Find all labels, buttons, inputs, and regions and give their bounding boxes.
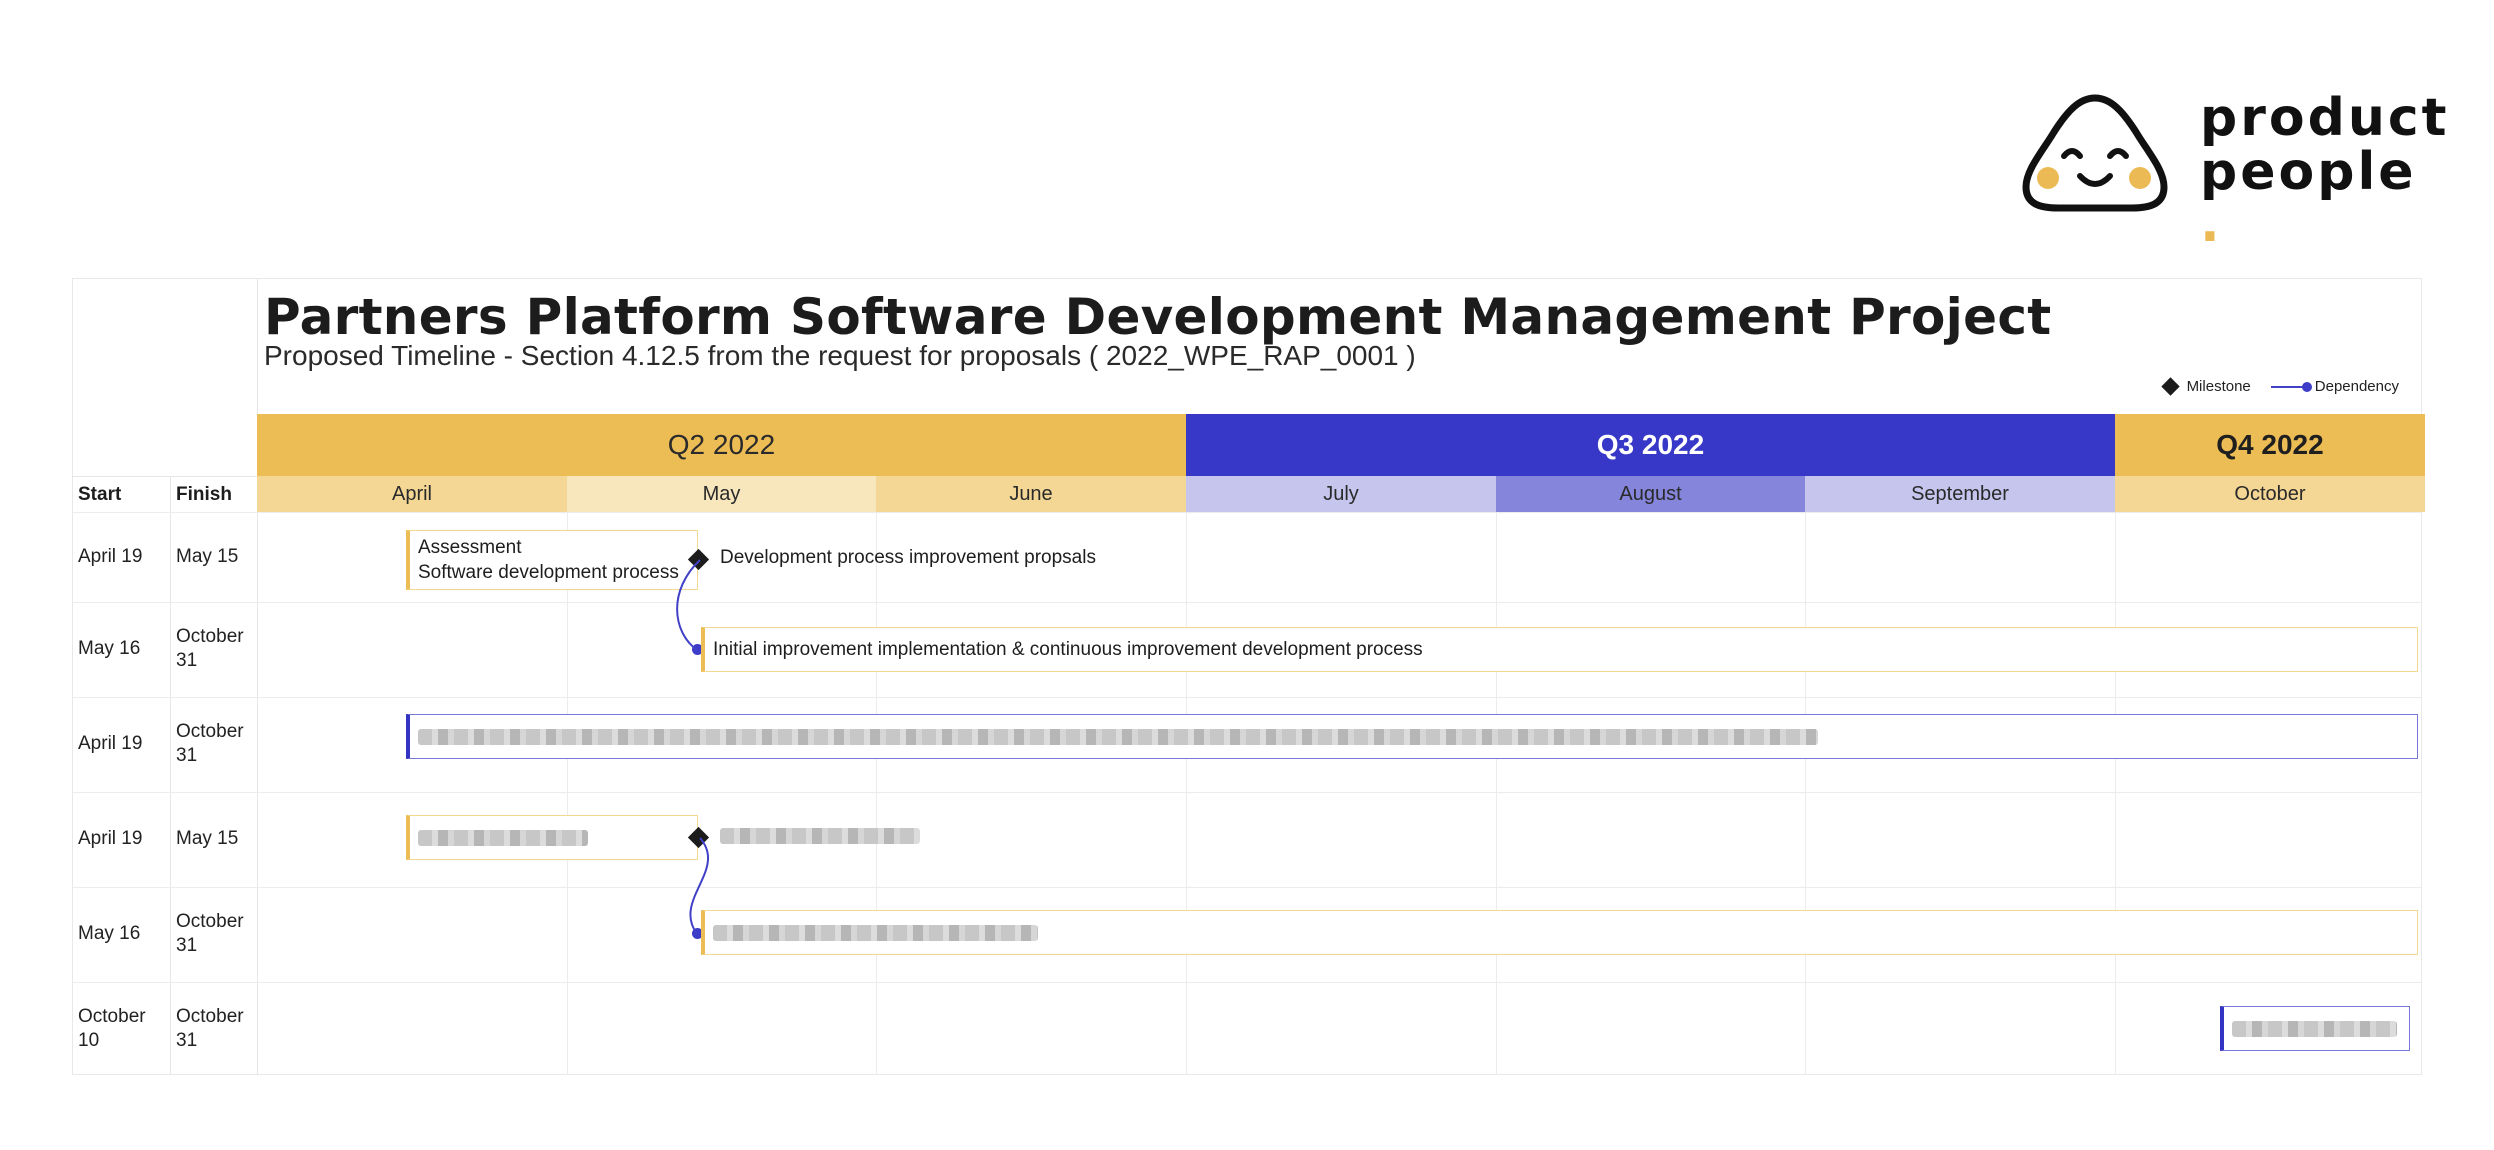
page-subtitle: Proposed Timeline - Section 4.12.5 from … [264, 340, 1416, 371]
row-divider [72, 982, 2422, 983]
onigiri-smile-icon [2022, 94, 2168, 212]
column-header-start: Start [72, 476, 170, 512]
task-bar-assessment[interactable]: Assessment Software development process [406, 530, 698, 590]
logo-line-1: product [2200, 88, 2450, 148]
row-3-finish: October 31 [176, 721, 244, 766]
row-divider [72, 887, 2422, 888]
product-people-logo: product people . [2020, 92, 2447, 250]
task-bar-redacted[interactable] [406, 714, 2418, 759]
month-august: August [1496, 476, 1805, 512]
task-label-line-1: Assessment [418, 537, 522, 558]
milestone-label-redacted [720, 828, 920, 850]
row-divider [72, 602, 2422, 603]
milestone-label: Development process improvement propsals [720, 547, 1096, 568]
quarter-q2: Q2 2022 [257, 414, 1186, 476]
row-1-start: April 19 [78, 546, 143, 567]
grid-line [1496, 512, 1497, 1075]
row-6-start: October 10 [78, 1006, 146, 1051]
logo-wordmark: product people . [2200, 92, 2450, 250]
task-label-line-2: Software development process [418, 562, 679, 583]
logo-line-2: people . [2200, 146, 2450, 250]
month-september: September [1805, 476, 2115, 512]
month-may: May [567, 476, 876, 512]
row-divider [72, 697, 2422, 698]
row-5-start: May 16 [78, 923, 141, 944]
row-2-finish: October 31 [176, 626, 244, 671]
legend: Milestone Dependency [2160, 377, 2399, 396]
grid-line [567, 512, 568, 1075]
row-2-start: May 16 [78, 638, 141, 659]
row-4-finish: May 15 [176, 828, 239, 849]
legend-dependency-label: Dependency [2314, 378, 2399, 395]
quarter-q4: Q4 2022 [2115, 414, 2425, 476]
column-divider [257, 278, 258, 1075]
redacted-text [418, 829, 588, 846]
redacted-text [2232, 1020, 2397, 1037]
page-title: Partners Platform Software Development M… [264, 288, 2052, 346]
legend-milestone-label: Milestone [2186, 378, 2251, 395]
task-bar-redacted[interactable] [406, 815, 698, 860]
task-bar-redacted[interactable] [701, 910, 2418, 955]
row-divider [72, 512, 2422, 513]
month-june: June [876, 476, 1186, 512]
column-header-finish: Finish [170, 476, 257, 512]
row-4-start: April 19 [78, 828, 143, 849]
month-april: April [257, 476, 567, 512]
month-july: July [1186, 476, 1496, 512]
dependency-icon [2270, 381, 2312, 392]
task-bar-redacted[interactable] [2220, 1006, 2410, 1051]
logo-dot: . [2200, 194, 2223, 254]
logo-line-2-text: people [2200, 142, 2417, 202]
redacted-text [713, 924, 1038, 941]
row-5-finish: October 31 [176, 911, 244, 956]
task-bar-initial-improvement[interactable]: Initial improvement implementation & con… [701, 627, 2418, 672]
grid-line [2115, 512, 2116, 1075]
month-october: October [2115, 476, 2425, 512]
row-divider [72, 792, 2422, 793]
redacted-text [418, 728, 1818, 745]
timeline-frame [72, 278, 2422, 1075]
grid-line [1805, 512, 1806, 1075]
redacted-text [720, 828, 920, 844]
row-3-start: April 19 [78, 733, 143, 754]
milestone-icon [2160, 377, 2180, 396]
row-1-finish: May 15 [176, 546, 239, 567]
grid-line [1186, 512, 1187, 1075]
grid-line [876, 512, 877, 1075]
row-6-finish: October 31 [176, 1006, 244, 1051]
quarter-q3: Q3 2022 [1186, 414, 2115, 476]
